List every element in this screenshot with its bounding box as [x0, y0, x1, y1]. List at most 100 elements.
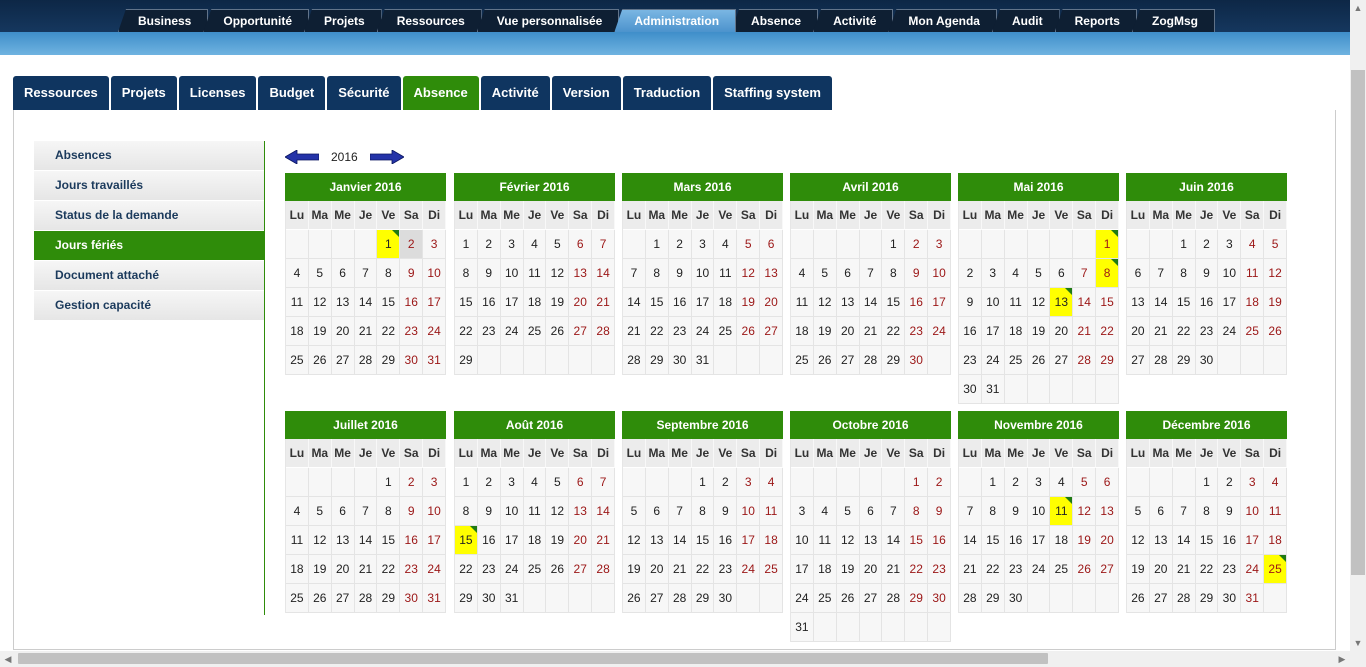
day-cell[interactable]: 10 [1027, 497, 1051, 526]
day-cell[interactable]: 6 [1149, 497, 1173, 526]
day-cell[interactable]: 21 [859, 317, 883, 346]
day-cell[interactable]: 20 [836, 317, 860, 346]
day-cell[interactable]: 4 [523, 468, 547, 497]
day-cell[interactable]: 31 [500, 584, 524, 613]
day-cell[interactable]: 9 [1195, 259, 1219, 288]
day-cell[interactable]: 14 [1149, 288, 1173, 317]
day-cell[interactable]: 11 [1264, 497, 1287, 526]
day-cell[interactable]: 24 [500, 317, 524, 346]
day-cell[interactable]: 23 [928, 555, 951, 584]
day-cell[interactable]: 13 [1149, 526, 1173, 555]
day-cell[interactable]: 10 [691, 259, 715, 288]
day-cell[interactable]: 8 [882, 259, 906, 288]
day-cell[interactable]: 15 [882, 288, 906, 317]
day-cell[interactable]: 26 [308, 584, 332, 613]
day-cell[interactable]: 18 [791, 317, 814, 346]
day-cell[interactable]: 16 [477, 526, 501, 555]
day-cell[interactable]: 30 [959, 375, 982, 404]
day-cell[interactable]: 21 [668, 555, 692, 584]
top-tab-activite[interactable]: Activité [813, 9, 894, 32]
day-cell[interactable]: 23 [714, 555, 738, 584]
day-cell[interactable]: 22 [1172, 317, 1196, 346]
day-cell[interactable]: 7 [1172, 497, 1196, 526]
day-cell[interactable]: 29 [981, 584, 1005, 613]
day-cell[interactable]: 19 [308, 317, 332, 346]
day-cell[interactable]: 15 [1172, 288, 1196, 317]
day-cell[interactable]: 21 [882, 555, 906, 584]
day-cell[interactable]: 28 [668, 584, 692, 613]
left-arrow-icon[interactable] [285, 150, 319, 164]
day-cell[interactable]: 16 [714, 526, 738, 555]
day-cell[interactable]: 18 [286, 555, 309, 584]
day-cell[interactable]: 25 [1004, 346, 1028, 375]
day-cell[interactable]: 10 [981, 288, 1005, 317]
day-cell[interactable]: 18 [760, 526, 783, 555]
day-cell[interactable]: 16 [400, 526, 424, 555]
day-cell[interactable]: 19 [1127, 555, 1150, 584]
tab-budget[interactable]: Budget [258, 76, 326, 111]
day-cell[interactable]: 18 [813, 555, 837, 584]
day-cell[interactable]: 9 [668, 259, 692, 288]
day-cell[interactable]: 24 [1241, 555, 1265, 584]
day-cell[interactable]: 13 [569, 259, 593, 288]
day-cell[interactable]: 7 [623, 259, 646, 288]
day-cell[interactable]: 29 [377, 584, 401, 613]
day-cell[interactable]: 11 [760, 497, 783, 526]
day-cell[interactable]: 6 [1127, 259, 1150, 288]
day-cell[interactable]: 28 [623, 346, 646, 375]
day-cell[interactable]: 21 [592, 288, 615, 317]
day-cell[interactable]: 1 [882, 230, 906, 259]
menu-item-gestion-capacite[interactable]: Gestion capacité [34, 291, 264, 321]
day-cell[interactable]: 27 [1096, 555, 1119, 584]
day-cell[interactable]: 18 [523, 526, 547, 555]
day-cell[interactable]: 8 [1195, 497, 1219, 526]
day-cell[interactable]: 22 [455, 555, 478, 584]
day-cell[interactable]: 4 [1050, 468, 1074, 497]
day-cell[interactable]: 7 [354, 259, 378, 288]
day-cell[interactable]: 22 [645, 317, 669, 346]
day-cell[interactable]: 22 [691, 555, 715, 584]
day-cell[interactable]: 31 [691, 346, 715, 375]
top-tab-projets[interactable]: Projets [304, 9, 382, 32]
day-cell[interactable]: 4 [1004, 259, 1028, 288]
day-cell[interactable]: 11 [791, 288, 814, 317]
day-cell[interactable]: 31 [1241, 584, 1265, 613]
day-cell[interactable]: 8 [455, 259, 478, 288]
day-cell[interactable]: 12 [1027, 288, 1051, 317]
day-cell[interactable]: 18 [286, 317, 309, 346]
day-cell[interactable]: 24 [691, 317, 715, 346]
day-cell[interactable]: 24 [500, 555, 524, 584]
day-cell[interactable]: 2 [477, 230, 501, 259]
day-cell[interactable]: 17 [1218, 288, 1242, 317]
day-cell[interactable]: 17 [423, 526, 446, 555]
day-cell[interactable]: 3 [1218, 230, 1242, 259]
day-cell[interactable]: 16 [1218, 526, 1242, 555]
day-cell[interactable]: 7 [668, 497, 692, 526]
day-cell[interactable]: 4 [1264, 468, 1287, 497]
day-cell[interactable]: 3 [791, 497, 814, 526]
day-cell[interactable]: 21 [592, 526, 615, 555]
day-cell[interactable]: 27 [331, 584, 355, 613]
day-cell[interactable]: 3 [691, 230, 715, 259]
day-cell[interactable]: 15 [691, 526, 715, 555]
day-cell[interactable]: 5 [546, 230, 570, 259]
day-cell[interactable]: 6 [1050, 259, 1074, 288]
day-cell[interactable]: 30 [928, 584, 951, 613]
day-cell[interactable]: 17 [791, 555, 814, 584]
day-cell[interactable]: 5 [308, 497, 332, 526]
day-cell[interactable]: 17 [500, 526, 524, 555]
day-cell[interactable]: 19 [813, 317, 837, 346]
tab-projets[interactable]: Projets [110, 76, 177, 111]
day-cell[interactable]: 28 [1073, 346, 1097, 375]
day-cell[interactable]: 18 [714, 288, 738, 317]
day-cell[interactable]: 29 [1195, 584, 1219, 613]
day-cell[interactable]: 21 [1172, 555, 1196, 584]
day-cell[interactable]: 19 [546, 526, 570, 555]
top-tab-audit[interactable]: Audit [991, 9, 1060, 32]
day-cell[interactable]: 2 [1004, 468, 1028, 497]
day-cell[interactable]: 5 [546, 468, 570, 497]
scroll-up-icon[interactable]: ▲ [1350, 0, 1366, 16]
day-cell[interactable]: 4 [1241, 230, 1265, 259]
day-cell[interactable]: 8 [645, 259, 669, 288]
day-cell[interactable]: 29 [645, 346, 669, 375]
